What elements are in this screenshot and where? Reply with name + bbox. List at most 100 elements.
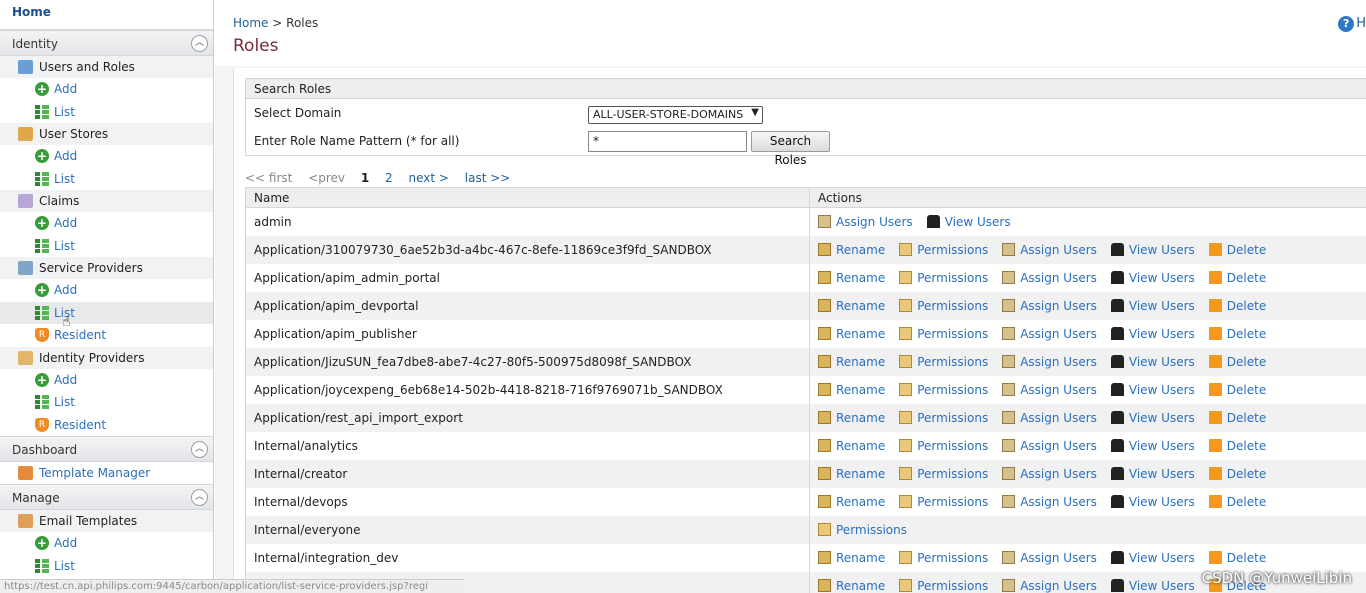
pager-prev[interactable]: <prev	[308, 171, 345, 185]
assign-users-link[interactable]: Assign Users	[1002, 466, 1097, 481]
sidebar-group-users-and-roles[interactable]: Users and Roles	[0, 56, 213, 78]
help-link[interactable]: ? H	[1338, 16, 1366, 32]
delete-link[interactable]: Delete	[1208, 354, 1266, 369]
sidebar-item-idp-add[interactable]: + Add	[0, 369, 213, 392]
permissions-link[interactable]: Permissions	[899, 550, 988, 565]
delete-link[interactable]: Delete	[1208, 550, 1266, 565]
domain-select[interactable]: ALL-USER-STORE-DOMAINS ▼	[588, 106, 763, 124]
permissions-link[interactable]: Permissions	[818, 522, 907, 537]
delete-link[interactable]: Delete	[1208, 242, 1266, 257]
rename-link[interactable]: Rename	[818, 270, 885, 285]
section-identity[interactable]: Identity ︿	[0, 30, 213, 56]
view-users-link[interactable]: View Users	[1110, 382, 1195, 397]
delete-link[interactable]: Delete	[1208, 298, 1266, 313]
view-users-link[interactable]: View Users	[1110, 326, 1195, 341]
permissions-link[interactable]: Permissions	[899, 578, 988, 593]
sidebar-group-identity-providers[interactable]: Identity Providers	[0, 346, 213, 369]
assign-users-link[interactable]: Assign Users	[1002, 326, 1097, 341]
view-users-link[interactable]: View Users	[1110, 298, 1195, 313]
delete-link[interactable]: Delete	[1208, 270, 1266, 285]
pager-first[interactable]: << first	[245, 171, 292, 185]
view-users-link[interactable]: View Users	[1110, 438, 1195, 453]
assign-users-link[interactable]: Assign Users	[1002, 578, 1097, 593]
breadcrumb-home[interactable]: Home	[233, 16, 268, 30]
permissions-link[interactable]: Permissions	[899, 326, 988, 341]
view-users-link[interactable]: View Users	[1110, 494, 1195, 509]
rename-link[interactable]: Rename	[818, 354, 885, 369]
sidebar-item-users-add[interactable]: + Add	[0, 78, 213, 101]
delete-link[interactable]: Delete	[1208, 466, 1266, 481]
rename-link[interactable]: Rename	[818, 382, 885, 397]
permissions-link[interactable]: Permissions	[899, 354, 988, 369]
assign-users-link[interactable]: Assign Users	[1002, 550, 1097, 565]
sidebar-item-idp-list[interactable]: List	[0, 391, 213, 414]
view-users-link[interactable]: View Users	[1110, 466, 1195, 481]
pager-last[interactable]: last >>	[465, 171, 511, 185]
sidebar-group-email-templates[interactable]: Email Templates	[0, 510, 213, 532]
rename-link[interactable]: Rename	[818, 494, 885, 509]
search-roles-button[interactable]: Search Roles	[751, 131, 830, 167]
rename-link[interactable]: Rename	[818, 578, 885, 593]
sidebar-item-idp-resident[interactable]: R Resident	[0, 414, 213, 437]
rename-link[interactable]: Rename	[818, 326, 885, 341]
sidebar-item-userstores-add[interactable]: + Add	[0, 145, 213, 168]
sidebar-item-email-list[interactable]: List	[0, 555, 213, 578]
permissions-link[interactable]: Permissions	[899, 270, 988, 285]
role-pattern-input[interactable]: *	[588, 131, 747, 152]
assign-users-link[interactable]: Assign Users	[1002, 382, 1097, 397]
view-users-link[interactable]: View Users	[1110, 270, 1195, 285]
permissions-link[interactable]: Permissions	[899, 494, 988, 509]
rename-link[interactable]: Rename	[818, 550, 885, 565]
sidebar-home-link[interactable]: Home	[0, 0, 213, 30]
sidebar-item-email-add[interactable]: + Add	[0, 532, 213, 555]
assign-users-link[interactable]: Assign Users	[1002, 354, 1097, 369]
assign-users-link[interactable]: Assign Users	[1002, 298, 1097, 313]
collapse-icon[interactable]: ︿	[191, 441, 208, 458]
rename-link[interactable]: Rename	[818, 298, 885, 313]
rename-link[interactable]: Rename	[818, 410, 885, 425]
assign-users-link[interactable]: Assign Users	[818, 214, 913, 229]
delete-link[interactable]: Delete	[1208, 410, 1266, 425]
view-users-link[interactable]: View Users	[1110, 578, 1195, 593]
sidebar-group-claims[interactable]: Claims	[0, 190, 213, 212]
permissions-link[interactable]: Permissions	[899, 410, 988, 425]
sidebar-group-service-providers[interactable]: Service Providers	[0, 257, 213, 279]
sidebar-group-user-stores[interactable]: User Stores	[0, 123, 213, 145]
pager-next[interactable]: next >	[409, 171, 449, 185]
sidebar-item-sp-resident[interactable]: R Resident	[0, 324, 213, 347]
permissions-link[interactable]: Permissions	[899, 382, 988, 397]
permissions-link[interactable]: Permissions	[899, 466, 988, 481]
sidebar-item-claims-list[interactable]: List	[0, 235, 213, 258]
permissions-link[interactable]: Permissions	[899, 242, 988, 257]
sidebar-item-sp-list[interactable]: List	[0, 301, 213, 324]
collapse-icon[interactable]: ︿	[191, 35, 208, 52]
delete-link[interactable]: Delete	[1208, 438, 1266, 453]
view-users-link[interactable]: View Users	[1110, 550, 1195, 565]
permissions-link[interactable]: Permissions	[899, 438, 988, 453]
assign-users-link[interactable]: Assign Users	[1002, 438, 1097, 453]
assign-users-link[interactable]: Assign Users	[1002, 410, 1097, 425]
rename-link[interactable]: Rename	[818, 438, 885, 453]
sidebar-item-claims-add[interactable]: + Add	[0, 212, 213, 235]
delete-link[interactable]: Delete	[1208, 326, 1266, 341]
delete-link[interactable]: Delete	[1208, 382, 1266, 397]
sidebar-item-template-manager[interactable]: Template Manager	[0, 462, 213, 484]
delete-link[interactable]: Delete	[1208, 494, 1266, 509]
sidebar-item-users-list[interactable]: List	[0, 101, 213, 124]
rename-link[interactable]: Rename	[818, 466, 885, 481]
sidebar-item-sp-add[interactable]: + Add	[0, 279, 213, 302]
rename-link[interactable]: Rename	[818, 242, 885, 257]
view-users-link[interactable]: View Users	[926, 214, 1011, 229]
assign-users-link[interactable]: Assign Users	[1002, 242, 1097, 257]
section-dashboard[interactable]: Dashboard ︿	[0, 436, 213, 462]
assign-users-link[interactable]: Assign Users	[1002, 270, 1097, 285]
view-users-link[interactable]: View Users	[1110, 242, 1195, 257]
assign-users-link[interactable]: Assign Users	[1002, 494, 1097, 509]
pager-page-2[interactable]: 2	[385, 171, 393, 185]
sidebar-item-userstores-list[interactable]: List	[0, 168, 213, 191]
view-users-link[interactable]: View Users	[1110, 410, 1195, 425]
collapse-icon[interactable]: ︿	[191, 489, 208, 506]
view-users-link[interactable]: View Users	[1110, 354, 1195, 369]
section-manage[interactable]: Manage ︿	[0, 484, 213, 510]
permissions-link[interactable]: Permissions	[899, 298, 988, 313]
